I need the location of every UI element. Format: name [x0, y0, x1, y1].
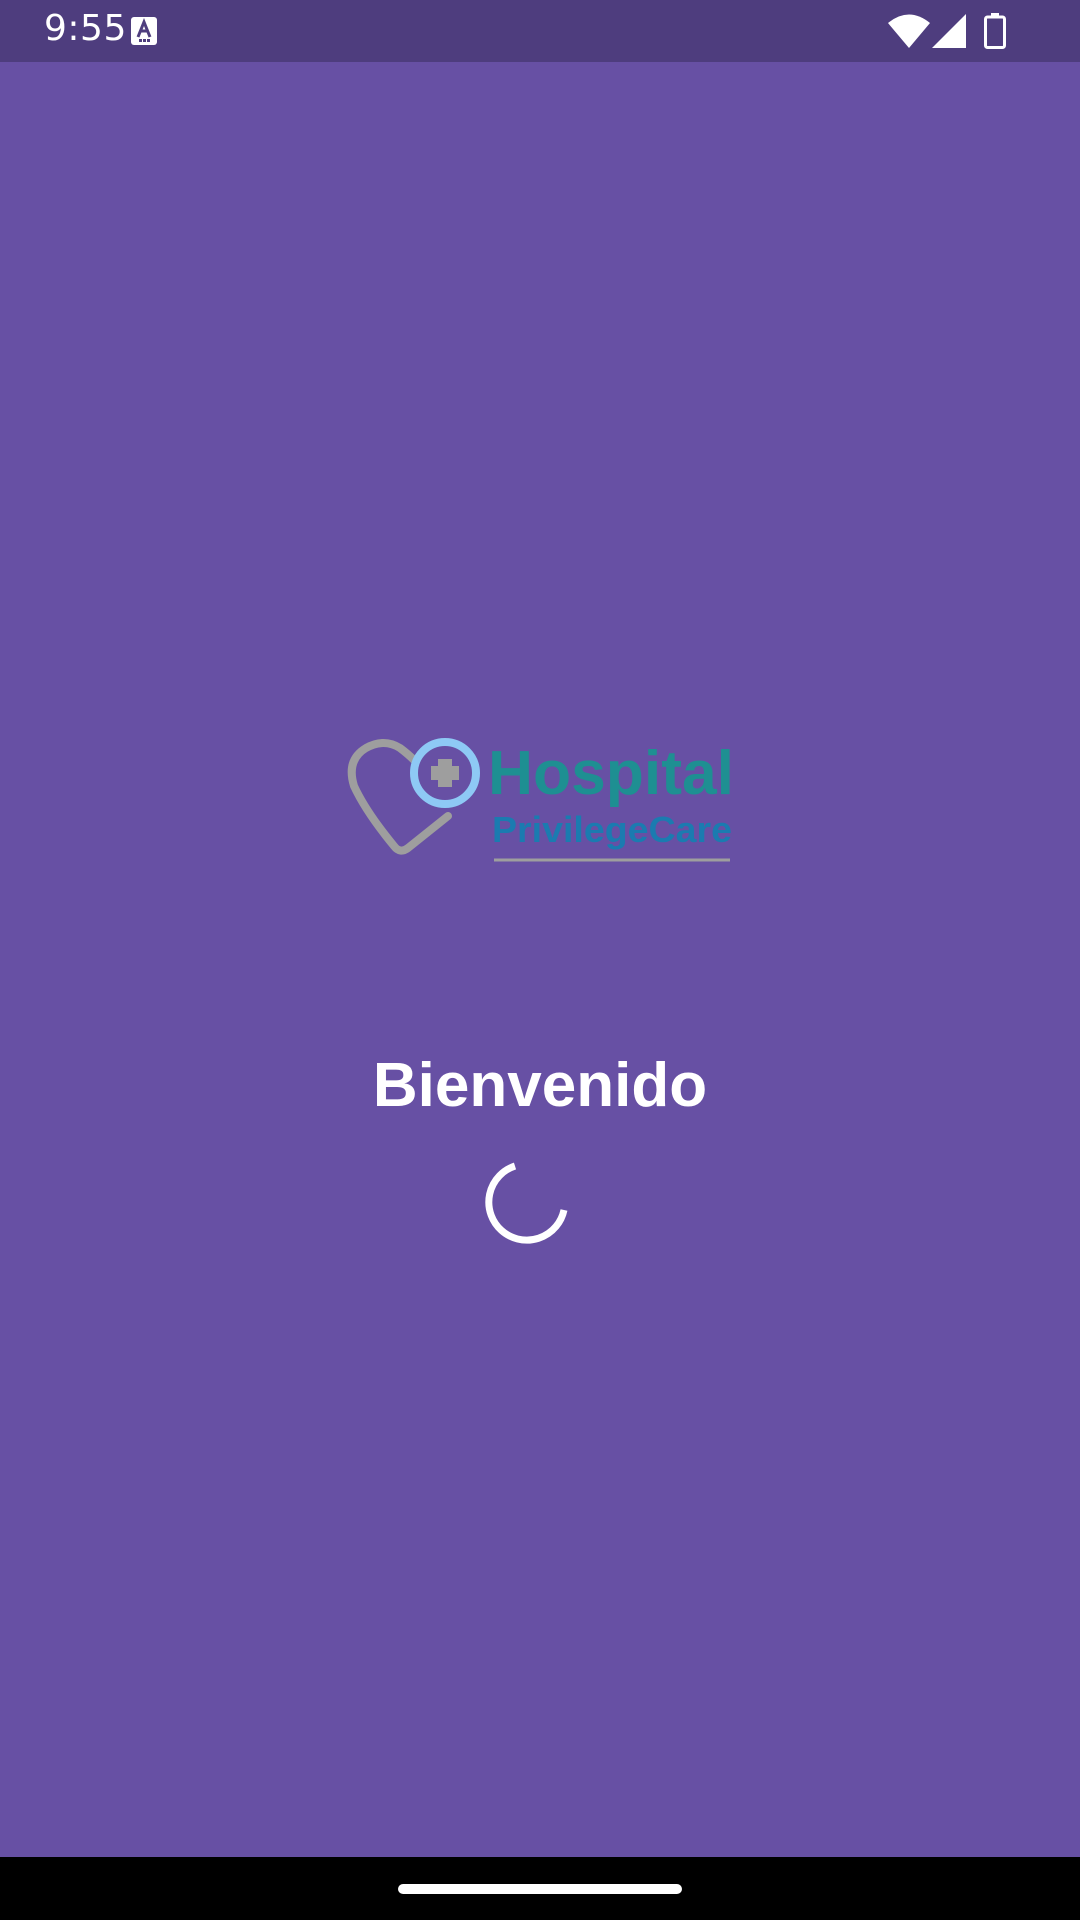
wifi-icon [888, 14, 930, 48]
heart-icon [347, 739, 452, 855]
logo-title: Hospital [488, 739, 734, 808]
cell-signal-icon [932, 14, 966, 48]
hospital-logo: Hospital PrivilegeCare [346, 730, 740, 866]
battery-icon [984, 13, 1006, 49]
navigation-bar [0, 1857, 1080, 1920]
loading-spinner-icon [485, 1161, 569, 1245]
a-icon [131, 17, 157, 45]
welcome-text: Bienvenido [372, 1051, 708, 1120]
splash-screen: 9:55 Hospital PrivilegeCare Bienvenido [0, 0, 1080, 1920]
status-bar: 9:55 [0, 0, 1080, 62]
status-time: 9:55 [44, 8, 127, 49]
home-handle[interactable] [398, 1884, 682, 1894]
logo-subtitle: PrivilegeCare [492, 809, 732, 850]
